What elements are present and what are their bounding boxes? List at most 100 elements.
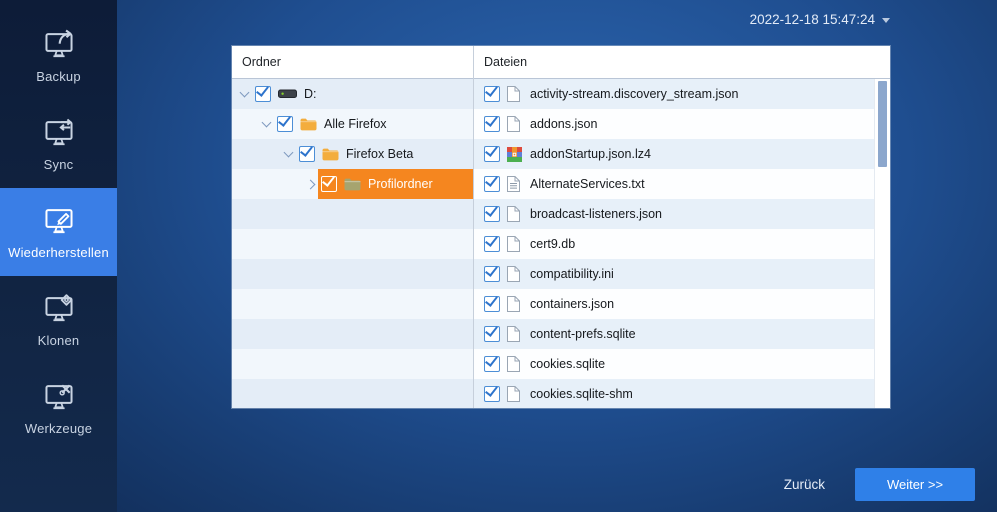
file-row-content-prefs-sqlite[interactable]: content-prefs.sqlite <box>474 319 890 349</box>
file-icon <box>507 86 522 102</box>
scrollbar-track[interactable] <box>874 79 890 408</box>
tree-row-profilordner[interactable]: Profilordner <box>232 169 473 199</box>
monitor-restore-icon <box>43 204 75 236</box>
checkbox[interactable] <box>255 86 271 102</box>
monitor-sync-icon <box>43 116 75 148</box>
file-row-cookies-sqlite-shm[interactable]: cookies.sqlite-shm <box>474 379 890 408</box>
monitor-backup-icon <box>43 28 75 60</box>
tree-empty-row <box>232 319 473 349</box>
tree-row-firefox-beta[interactable]: Firefox Beta <box>232 139 473 169</box>
file-row-activity-stream-discovery-stream-json[interactable]: activity-stream.discovery_stream.json <box>474 79 890 109</box>
folder-icon <box>344 178 361 191</box>
tree-empty-row <box>232 199 473 229</box>
backup-timestamp-dropdown[interactable]: 2022-12-18 15:47:24 <box>750 12 890 27</box>
drive-icon <box>278 88 297 100</box>
sidebar-item-backup[interactable]: Backup <box>0 12 117 100</box>
checkbox[interactable] <box>484 266 500 282</box>
wizard-actions: Zurück Weiter >> <box>774 468 975 501</box>
checkbox[interactable] <box>484 86 500 102</box>
checkbox[interactable] <box>484 176 500 192</box>
tree-node[interactable]: Firefox Beta <box>296 139 473 169</box>
checkbox[interactable] <box>484 206 500 222</box>
tree-empty-row <box>232 259 473 289</box>
sidebar: BackupSync Wiederherstellen Klonen Werkzeug… <box>0 0 117 512</box>
file-name: activity-stream.discovery_stream.json <box>530 87 738 101</box>
file-name: broadcast-listeners.json <box>530 207 662 221</box>
sidebar-item-label: Klonen <box>38 333 80 348</box>
checkbox[interactable] <box>321 176 337 192</box>
file-icon <box>507 116 522 132</box>
file-icon <box>507 206 522 222</box>
file-row-addonstartup-json-lz4[interactable]: addonStartup.json.lz4 <box>474 139 890 169</box>
checkbox[interactable] <box>484 146 500 162</box>
text-file-icon <box>507 176 522 192</box>
tree-empty-row <box>232 349 473 379</box>
chevron-down-icon[interactable] <box>260 117 274 131</box>
checkbox[interactable] <box>484 116 500 132</box>
file-explorer-panel: Ordner D: Alle Firefox Firefox Beta Profilo… <box>232 46 890 408</box>
chevron-down-icon[interactable] <box>238 87 252 101</box>
tree-node[interactable]: D: <box>252 79 473 109</box>
files-column: Dateien activity-stream.discovery_stream… <box>474 46 890 408</box>
file-name: AlternateServices.txt <box>530 177 645 191</box>
tree-node[interactable]: Alle Firefox <box>274 109 473 139</box>
file-icon <box>507 266 522 282</box>
tree-node-label: Profilordner <box>368 177 433 191</box>
folders-column: Ordner D: Alle Firefox Firefox Beta Profilo… <box>232 46 474 408</box>
folders-column-header: Ordner <box>232 46 473 79</box>
folder-icon <box>300 118 317 131</box>
scrollbar-thumb[interactable] <box>878 81 887 167</box>
checkbox[interactable] <box>484 326 500 342</box>
tree-node[interactable]: Profilordner <box>318 169 473 199</box>
file-row-cookies-sqlite[interactable]: cookies.sqlite <box>474 349 890 379</box>
sidebar-item-werkzeuge[interactable]: Werkzeuge <box>0 364 117 452</box>
sidebar-item-label: Werkzeuge <box>25 421 92 436</box>
file-row-containers-json[interactable]: containers.json <box>474 289 890 319</box>
timestamp-label: 2022-12-18 15:47:24 <box>750 12 875 27</box>
file-row-broadcast-listeners-json[interactable]: broadcast-listeners.json <box>474 199 890 229</box>
tree-empty-row <box>232 229 473 259</box>
file-icon <box>507 356 522 372</box>
file-name: addons.json <box>530 117 597 131</box>
chevron-down-icon <box>882 18 890 23</box>
file-row-alternateservices-txt[interactable]: AlternateServices.txt <box>474 169 890 199</box>
file-name: compatibility.ini <box>530 267 614 281</box>
file-icon <box>507 296 522 312</box>
mosaic-icon <box>507 147 522 162</box>
file-row-cert9-db[interactable]: cert9.db <box>474 229 890 259</box>
folder-icon <box>322 148 339 161</box>
back-button[interactable]: Zurück <box>774 471 835 498</box>
tree-empty-row <box>232 379 473 408</box>
chevron-right-icon[interactable] <box>304 177 318 191</box>
monitor-clone-icon <box>43 292 75 324</box>
tree-row-d[interactable]: D: <box>232 79 473 109</box>
tree-empty-row <box>232 289 473 319</box>
tree-node-label: D: <box>304 87 317 101</box>
next-button[interactable]: Weiter >> <box>855 468 975 501</box>
tree-node-label: Firefox Beta <box>346 147 413 161</box>
sidebar-item-klonen[interactable]: Klonen <box>0 276 117 364</box>
sidebar-item-label: Wiederherstellen <box>8 245 109 260</box>
checkbox[interactable] <box>484 236 500 252</box>
checkbox[interactable] <box>484 356 500 372</box>
file-icon <box>507 326 522 342</box>
chevron-down-icon[interactable] <box>282 147 296 161</box>
file-name: cert9.db <box>530 237 575 251</box>
file-name: cookies.sqlite <box>530 357 605 371</box>
checkbox[interactable] <box>299 146 315 162</box>
file-name: cookies.sqlite-shm <box>530 387 633 401</box>
file-icon <box>507 386 522 402</box>
monitor-tools-icon <box>43 380 75 412</box>
checkbox[interactable] <box>277 116 293 132</box>
file-row-compatibility-ini[interactable]: compatibility.ini <box>474 259 890 289</box>
file-row-addons-json[interactable]: addons.json <box>474 109 890 139</box>
file-name: containers.json <box>530 297 614 311</box>
app-window: BackupSync Wiederherstellen Klonen Werkzeug… <box>0 0 997 512</box>
tree-node-label: Alle Firefox <box>324 117 387 131</box>
checkbox[interactable] <box>484 386 500 402</box>
checkbox[interactable] <box>484 296 500 312</box>
file-name: content-prefs.sqlite <box>530 327 636 341</box>
sidebar-item-wiederherstellen[interactable]: Wiederherstellen <box>0 188 117 276</box>
sidebar-item-sync[interactable]: Sync <box>0 100 117 188</box>
tree-row-alle-firefox[interactable]: Alle Firefox <box>232 109 473 139</box>
